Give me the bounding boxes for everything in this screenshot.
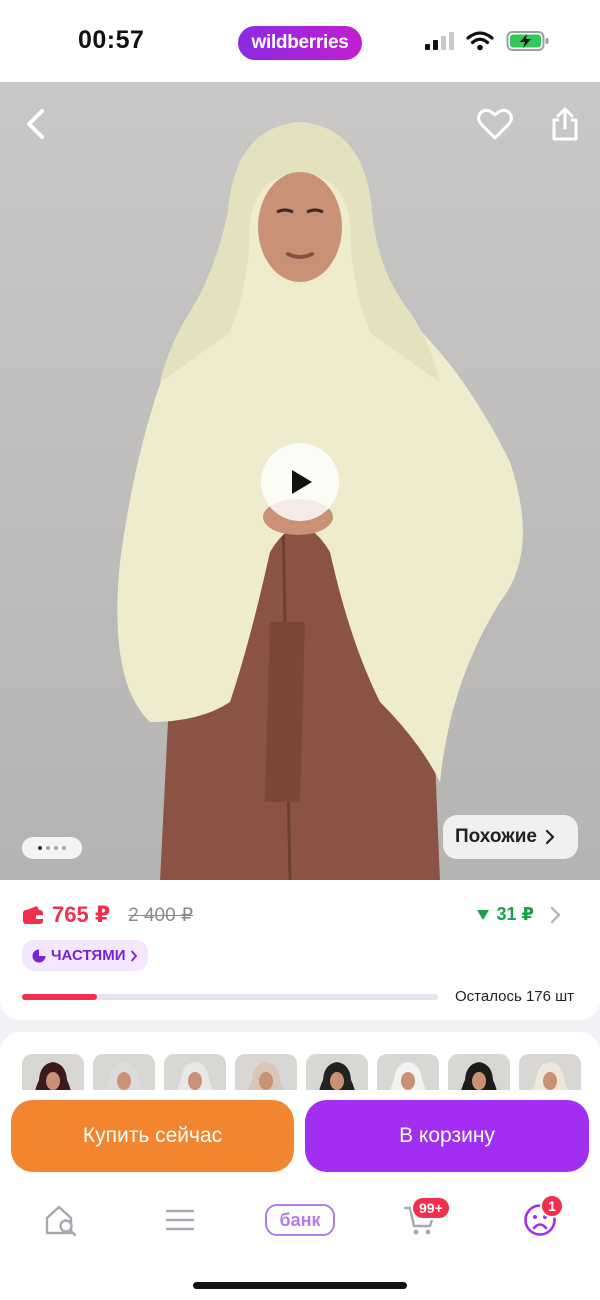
add-to-cart-button[interactable]: В корзину: [305, 1100, 589, 1172]
purchase-actions: Купить сейчас В корзину: [0, 1090, 600, 1188]
tab-bank[interactable]: банк: [265, 1200, 335, 1240]
status-bar: 00:57 wildberries: [0, 0, 600, 82]
product-page: 00:57 wildberries Похожие 765 ₽ 2 400 ₽ …: [0, 0, 600, 1300]
cellular-signal-icon: [425, 32, 454, 50]
cart-count-badge: 99+: [411, 1196, 451, 1220]
product-gallery[interactable]: Похожие: [0, 82, 600, 882]
chevron-right-icon: [131, 950, 138, 961]
price-down-triangle-icon: [477, 909, 490, 920]
buy-now-button[interactable]: Купить сейчас: [11, 1100, 294, 1172]
status-time: 00:57: [78, 26, 145, 54]
stock-progress-fill: [22, 994, 97, 1000]
price-drop-info[interactable]: 31 ₽: [476, 904, 564, 925]
chevron-right-icon: [545, 829, 555, 845]
pagination-dot: [38, 846, 42, 850]
similar-label: Похожие: [455, 826, 537, 847]
wifi-icon: [466, 31, 494, 51]
gallery-pagination: [22, 837, 82, 859]
play-icon: [292, 470, 312, 494]
price-card: 765 ₽ 2 400 ₽ 31 ₽ ЧАСТЯМИ Осталось 176 …: [0, 880, 600, 1020]
pagination-dot: [62, 846, 66, 850]
profile-notification-badge: 1: [540, 1194, 564, 1218]
stock-remaining-text: Осталось 176 шт: [455, 988, 575, 1005]
back-button[interactable]: [12, 100, 60, 148]
brand-logo[interactable]: wildberries: [238, 26, 362, 60]
back-chevron-icon: [27, 109, 44, 139]
home-indicator: [193, 1282, 407, 1289]
installments-label: ЧАСТЯМИ: [51, 947, 126, 964]
favorite-button[interactable]: [471, 100, 519, 148]
current-price: 765 ₽: [52, 902, 111, 927]
price-drop-amount: 31 ₽: [496, 904, 534, 924]
catalog-menu-icon: [165, 1209, 195, 1231]
wallet-icon: [23, 906, 43, 924]
share-icon: [552, 107, 578, 141]
pagination-dot: [46, 846, 50, 850]
heart-icon: [477, 108, 513, 140]
home-search-icon: [45, 1205, 77, 1236]
tab-home[interactable]: [31, 1200, 91, 1240]
installments-button[interactable]: ЧАСТЯМИ: [22, 940, 149, 971]
tab-catalog[interactable]: [150, 1200, 210, 1240]
similar-products-button[interactable]: Похожие: [443, 815, 578, 859]
bank-label: банк: [265, 1204, 335, 1236]
pagination-dot: [54, 846, 58, 850]
play-video-button[interactable]: [261, 443, 339, 521]
old-price: 2 400 ₽: [128, 904, 194, 926]
stock-progress-bar: [22, 994, 438, 1000]
battery-charging-icon: [506, 31, 549, 51]
chevron-right-icon: [550, 906, 561, 923]
share-button[interactable]: [541, 100, 589, 148]
pie-chart-icon: [32, 949, 46, 962]
